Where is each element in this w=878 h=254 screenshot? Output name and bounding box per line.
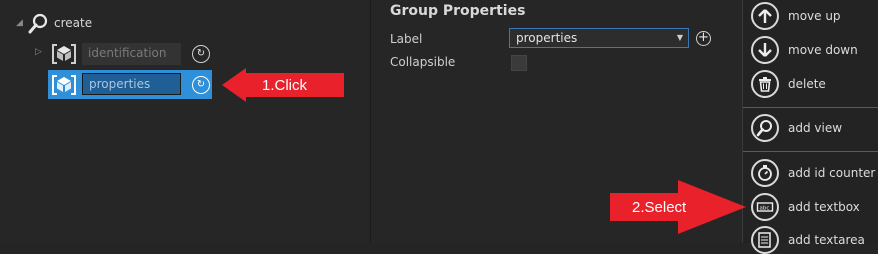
search-icon	[28, 12, 50, 34]
callout-arrow-click: 1.Click	[222, 68, 344, 102]
label-select[interactable]: properties ▼	[509, 28, 689, 48]
chevron-down-icon: ▼	[676, 33, 683, 42]
add-textarea-label: add textarea	[788, 233, 865, 247]
callout-arrow-select: 2.Select	[610, 180, 746, 234]
move-down-label: move down	[788, 43, 858, 57]
toolbar-divider	[743, 151, 878, 152]
refresh-icon[interactable]: ↻	[192, 45, 210, 63]
tree-panel: ◢ create ▷ identification ↻ properties ↻…	[0, 0, 369, 243]
move-down-button[interactable]: move down	[751, 36, 858, 64]
add-textarea-button[interactable]: add textarea	[751, 226, 865, 254]
expand-arrow-icon[interactable]: ▷	[35, 47, 42, 57]
tree-node-properties[interactable]: properties	[82, 73, 181, 95]
label-field-label: Label	[390, 32, 423, 46]
add-id-counter-label: add id counter	[788, 166, 876, 180]
move-up-label: move up	[788, 9, 841, 23]
tree-root-label: create	[54, 16, 93, 30]
delete-label: delete	[788, 77, 826, 91]
collapsible-field-label: Collapsible	[390, 55, 456, 69]
search-icon	[751, 114, 779, 142]
panel-title: Group Properties	[390, 3, 526, 19]
label-select-value: properties	[516, 31, 578, 45]
counter-icon	[751, 159, 779, 187]
tree-node-identification[interactable]: identification	[82, 43, 181, 65]
cube-icon	[51, 42, 77, 69]
textarea-icon	[751, 226, 779, 254]
add-view-button[interactable]: add view	[751, 114, 842, 142]
svg-text:abc: abc	[760, 206, 770, 212]
tree-root-row[interactable]: ◢ create	[16, 12, 92, 34]
refresh-icon[interactable]: ↻	[192, 76, 210, 94]
add-view-label: add view	[788, 121, 843, 135]
callout-select-text: 2.Select	[632, 199, 687, 216]
add-id-counter-button[interactable]: add id counter	[751, 159, 875, 187]
move-up-button[interactable]: move up	[751, 2, 841, 30]
arrow-up-icon	[751, 2, 779, 30]
toolbar-panel: move up move down delete add view add id…	[742, 0, 878, 254]
delete-button[interactable]: delete	[751, 70, 826, 98]
cube-icon	[51, 73, 77, 100]
add-textbox-label: add textbox	[788, 200, 860, 214]
toolbar-divider	[743, 107, 878, 108]
trash-icon	[751, 70, 779, 98]
textbox-icon: abc	[751, 193, 779, 221]
collapsible-checkbox[interactable]	[511, 55, 527, 71]
add-icon[interactable]: +	[696, 31, 711, 46]
arrow-down-icon	[751, 36, 779, 64]
callout-click-text: 1.Click	[262, 77, 308, 94]
collapse-arrow-icon[interactable]: ◢	[16, 18, 28, 28]
add-textbox-button[interactable]: abc add textbox	[751, 193, 860, 221]
